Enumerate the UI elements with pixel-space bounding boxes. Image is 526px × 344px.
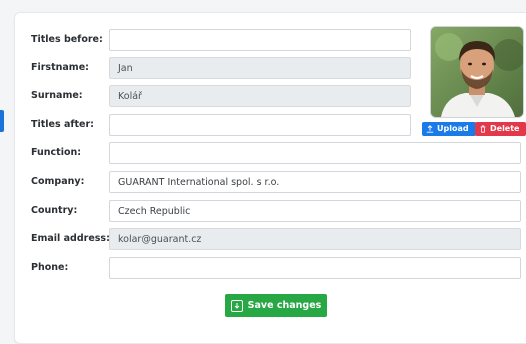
titles-after-label: Titles after: bbox=[31, 119, 94, 130]
upload-label: Upload bbox=[437, 124, 469, 133]
company-label: Company: bbox=[31, 176, 85, 187]
profile-photo bbox=[430, 26, 524, 118]
profile-photo-image bbox=[431, 27, 523, 117]
function-input[interactable] bbox=[109, 142, 521, 164]
upload-photo-button[interactable]: Upload bbox=[422, 122, 476, 136]
phone-input[interactable] bbox=[109, 257, 521, 279]
country-label: Country: bbox=[31, 205, 78, 216]
function-label: Function: bbox=[31, 147, 82, 158]
active-nav-indicator bbox=[0, 110, 4, 132]
titles-before-input[interactable] bbox=[109, 29, 411, 51]
save-icon bbox=[230, 299, 243, 312]
save-changes-label: Save changes bbox=[247, 300, 322, 311]
email-field: kolar@guarant.cz bbox=[109, 228, 521, 250]
firstname-label: Firstname: bbox=[31, 62, 89, 73]
country-select[interactable]: Czech Republic bbox=[109, 200, 521, 222]
titles-after-input[interactable] bbox=[109, 114, 411, 136]
delete-label: Delete bbox=[490, 124, 520, 133]
save-changes-button[interactable]: Save changes bbox=[225, 294, 327, 317]
surname-field: Kolář bbox=[109, 85, 411, 107]
titles-before-label: Titles before: bbox=[31, 34, 103, 45]
upload-icon bbox=[426, 125, 434, 133]
surname-label: Surname: bbox=[31, 90, 83, 101]
email-label: Email address: bbox=[31, 233, 110, 244]
delete-photo-button[interactable]: Delete bbox=[475, 122, 526, 136]
phone-label: Phone: bbox=[31, 262, 69, 273]
company-input[interactable]: GUARANT International spol. s r.o. bbox=[109, 171, 521, 193]
profile-form-card: Titles before: Firstname: Jan Surname: K… bbox=[14, 12, 526, 344]
firstname-field: Jan bbox=[109, 57, 411, 79]
trash-icon bbox=[480, 125, 486, 133]
